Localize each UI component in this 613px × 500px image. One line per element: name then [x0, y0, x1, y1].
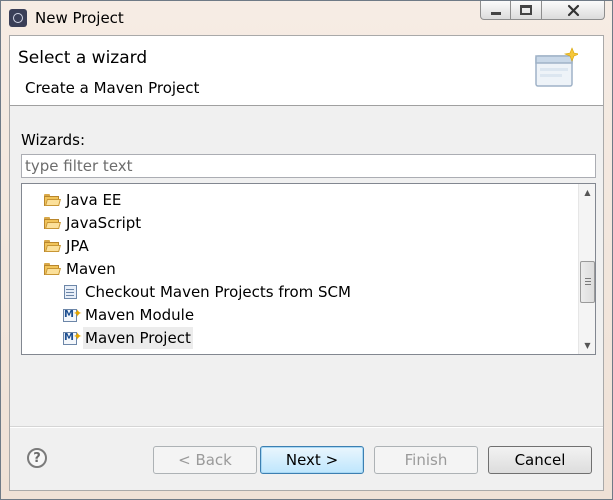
tree-item-label: Maven Module [85, 306, 195, 324]
maximize-icon [520, 5, 532, 15]
wizard-filter-input[interactable] [21, 154, 596, 178]
tree-item-label: Checkout Maven Projects from SCM [85, 283, 351, 301]
eclipse-app-icon [9, 9, 27, 27]
folder-open-icon [44, 263, 61, 275]
cancel-button[interactable]: Cancel [488, 446, 592, 474]
folder-icon [44, 194, 61, 206]
tree-item-label: Java EE [66, 191, 122, 209]
scm-checkout-icon [63, 285, 79, 300]
new-project-dialog: New Project Select a wizard Create a Mav… [0, 0, 613, 500]
dialog-content: Select a wizard Create a Maven Project W… [9, 35, 604, 491]
close-button[interactable] [542, 1, 605, 20]
tree-vertical-scrollbar[interactable]: ▲ ▼ [578, 184, 595, 354]
wizard-page-description: Create a Maven Project [25, 79, 200, 97]
finish-button[interactable]: Finish [374, 446, 478, 474]
close-icon [567, 4, 580, 17]
maven-module-icon: M ✦ [63, 307, 83, 322]
maven-project-icon: M ✦ [63, 330, 83, 345]
help-icon: ? [33, 451, 41, 466]
title-bar[interactable]: New Project [1, 1, 612, 35]
new-wizard-banner-icon [535, 47, 578, 87]
minimize-button[interactable] [480, 1, 511, 20]
minimize-icon [491, 12, 501, 15]
wizards-label: Wizards: [21, 131, 86, 149]
scroll-up-icon[interactable]: ▲ [579, 184, 595, 201]
wizard-tree[interactable]: Java EE JavaScript JPA Maven Checkout Ma… [21, 183, 596, 355]
window-title: New Project [35, 9, 124, 27]
tree-item-label: Maven Project [83, 327, 193, 349]
scrollbar-thumb[interactable] [580, 261, 595, 303]
maximize-button[interactable] [511, 1, 542, 20]
wizard-header: Select a wizard Create a Maven Project [10, 36, 603, 106]
tree-item-label: Maven [66, 260, 116, 278]
wizard-page-title: Select a wizard [18, 48, 148, 68]
tree-item-label: JavaScript [66, 214, 142, 232]
folder-icon [44, 240, 61, 252]
help-button[interactable]: ? [27, 448, 47, 468]
footer-separator-highlight [10, 427, 603, 428]
back-button[interactable]: < Back [153, 446, 257, 474]
tree-item-label: JPA [66, 237, 89, 255]
folder-icon [44, 217, 61, 229]
scroll-down-icon[interactable]: ▼ [579, 337, 595, 354]
next-button[interactable]: Next > [260, 446, 364, 474]
